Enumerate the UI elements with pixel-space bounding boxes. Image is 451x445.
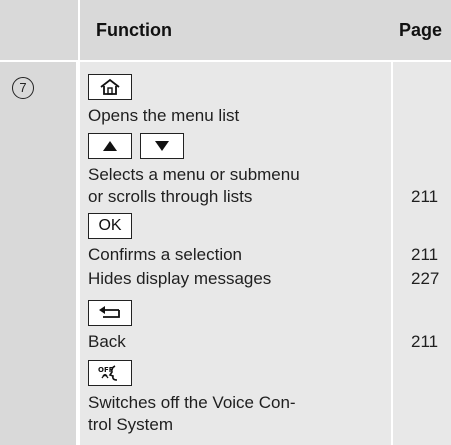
opens-menu-text: Opens the menu list [88,106,240,125]
back-text: Back [88,332,126,351]
header-number-cell [0,0,80,60]
function-table: Function Page 7 Opens the menu list Sele… [0,0,451,445]
voice-off-key: OFF [88,360,132,386]
back-arrow-icon [99,306,120,318]
selects-page: 211 [411,187,439,206]
hides-page: 227 [411,269,440,288]
header-page: Page [399,20,443,40]
down-key [140,133,184,159]
hides-text: Hides display messages [88,269,272,288]
switches-text-line2: trol System [88,415,174,434]
triangle-up-icon [103,141,117,151]
item-number-badge: 7 [12,77,34,99]
header-function: Function [96,20,172,40]
number-column [0,62,78,445]
voice-off-icon: OFF [98,365,118,381]
selects-text-line2: or scrolls through lists [88,187,253,206]
selects-text-line1: Selects a menu or submenu [88,165,300,184]
home-key-icon [88,74,132,100]
up-key [88,133,132,159]
back-page: 211 [411,332,439,351]
ok-key: OK [88,213,132,239]
triangle-down-icon [155,141,169,151]
ok-key-label: OK [98,217,122,234]
confirms-page: 211 [411,245,439,264]
home-icon [100,78,120,95]
confirms-text: Confirms a selection [88,245,243,264]
table-header: Function Page [0,0,451,62]
switches-text-line1: Switches off the Voice Con- [88,393,296,412]
back-key [88,300,132,326]
